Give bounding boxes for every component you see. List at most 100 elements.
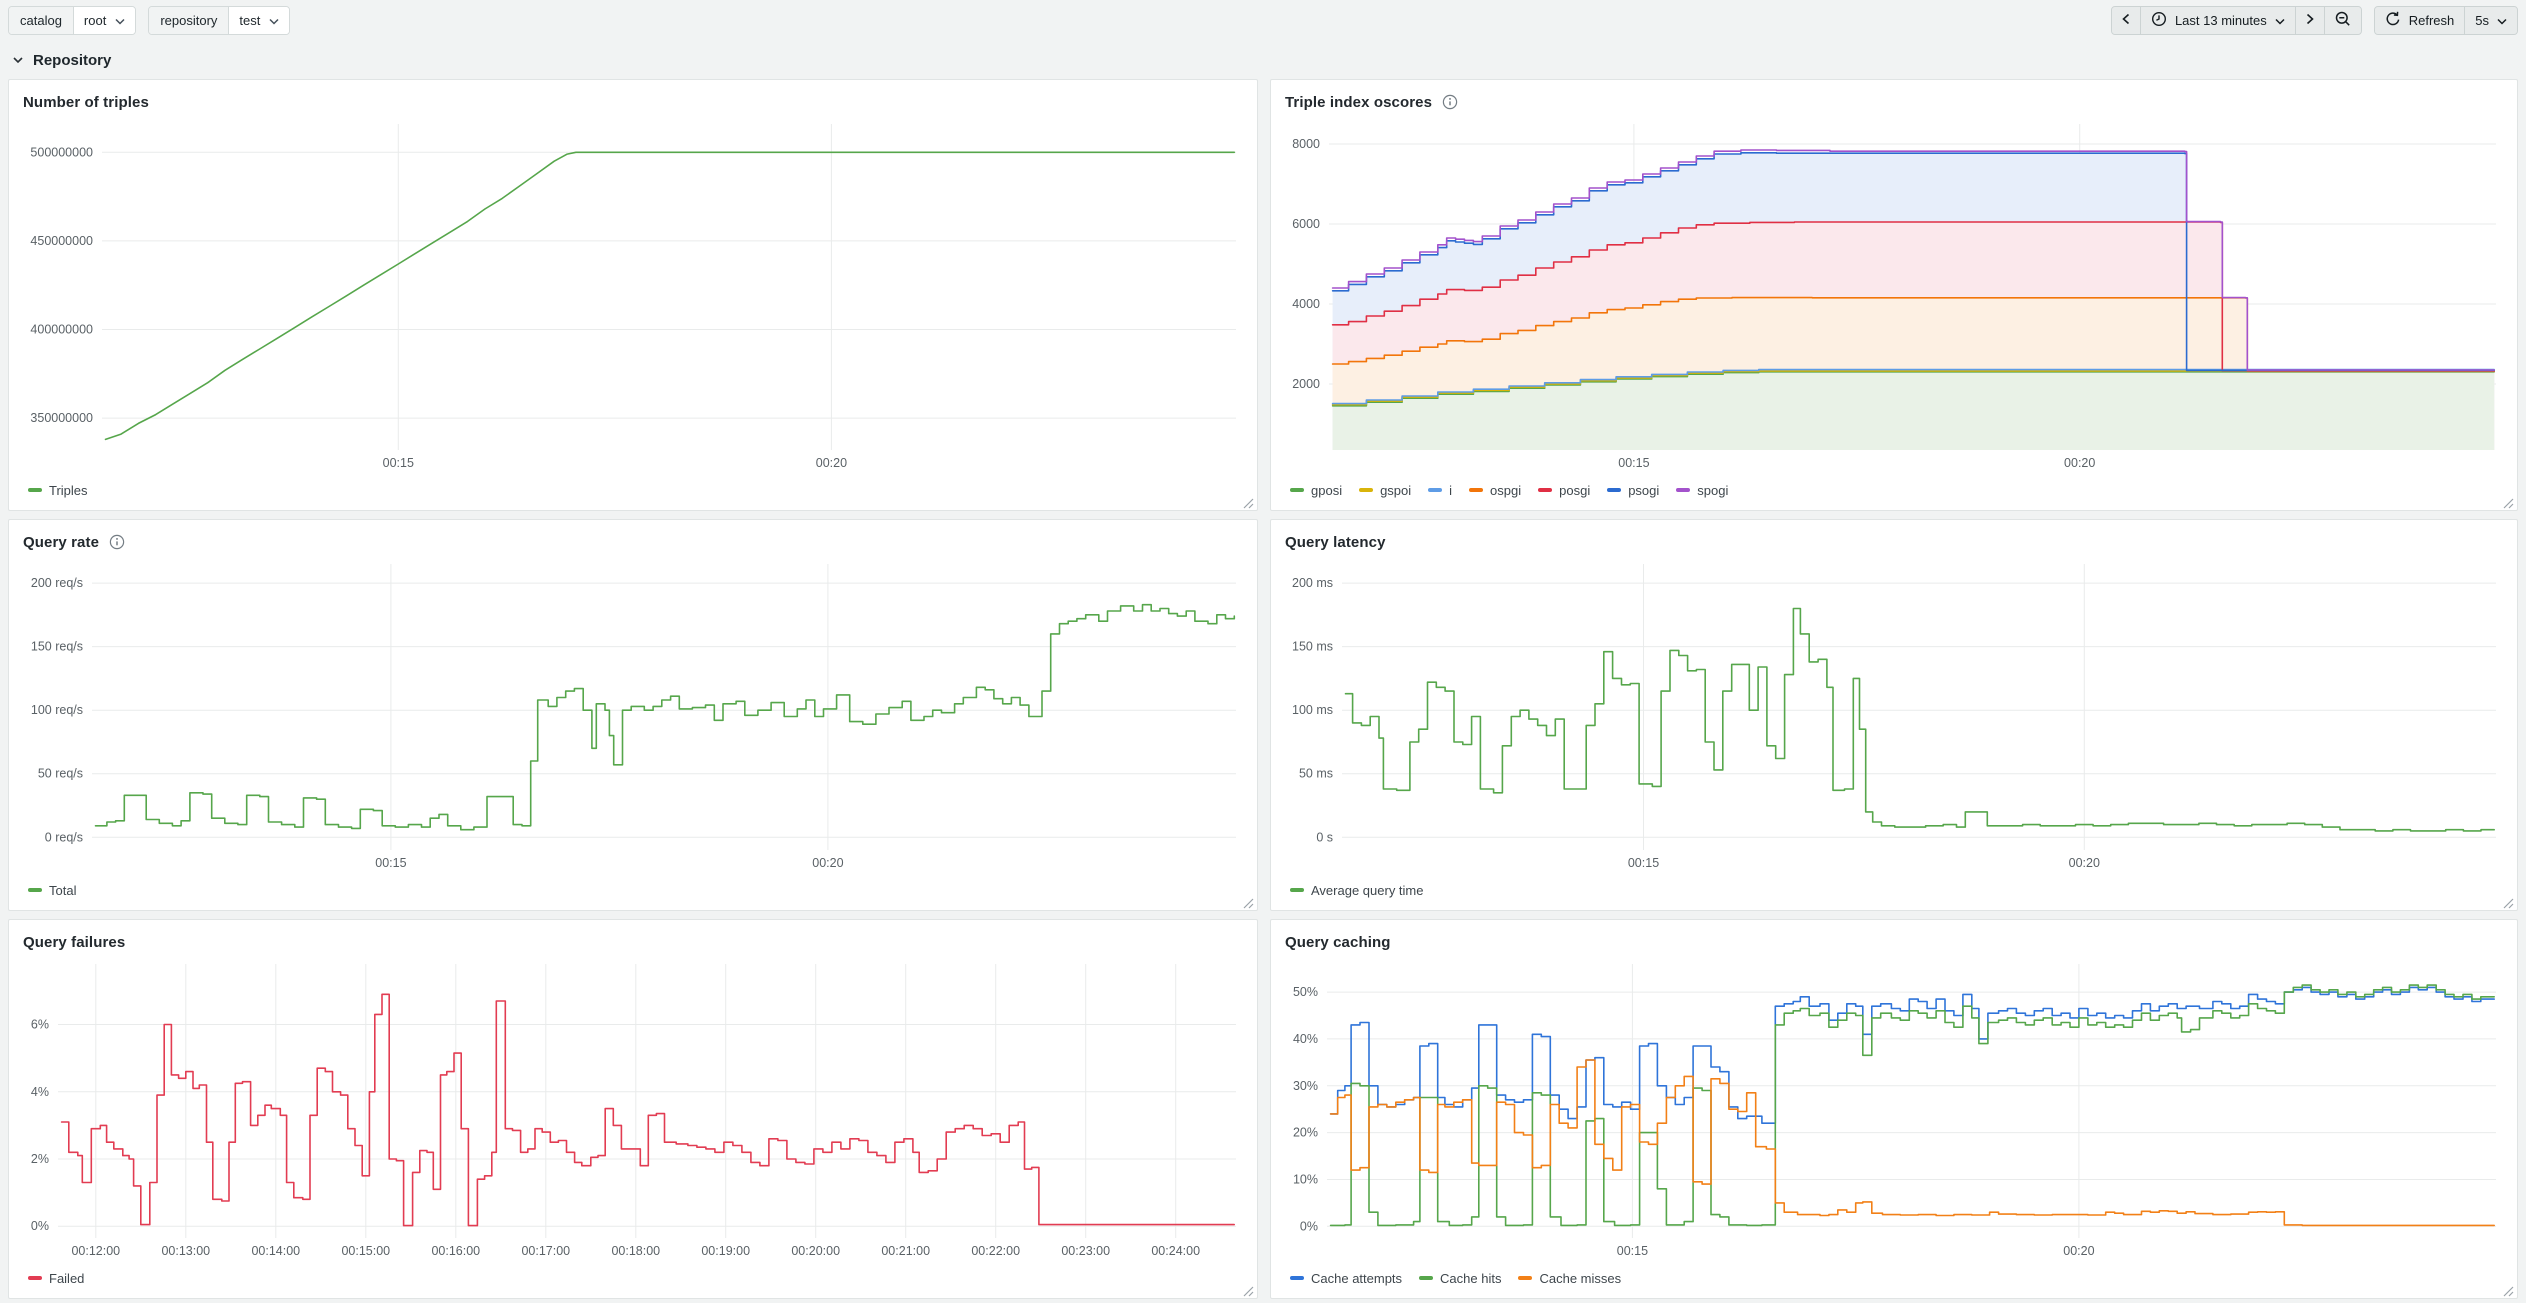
legend-label: Failed (49, 1271, 84, 1286)
legend-item[interactable]: i (1428, 483, 1452, 498)
legend-swatch (1290, 1276, 1304, 1280)
svg-text:00:17:00: 00:17:00 (521, 1244, 570, 1258)
svg-text:00:22:00: 00:22:00 (971, 1244, 1020, 1258)
legend-item[interactable]: psogi (1607, 483, 1659, 498)
chevron-down-icon (2497, 13, 2507, 28)
series-lines (1331, 985, 2495, 1225)
legend-item[interactable]: posgi (1538, 483, 1590, 498)
catalog-variable: catalog root (8, 6, 136, 35)
legend-label: posgi (1559, 483, 1590, 498)
legend-label: Triples (49, 483, 88, 498)
panel-title: Triple index oscores (1285, 94, 1432, 111)
panel-query-failures: Query failures 0%2%4%6%00:12:0000:13:000… (8, 919, 1258, 1299)
time-back-button[interactable] (2112, 7, 2140, 34)
svg-text:00:18:00: 00:18:00 (611, 1244, 660, 1258)
number-of-triples-chart[interactable]: 35000000040000000045000000050000000000:1… (23, 114, 1243, 474)
catalog-value: root (84, 13, 106, 28)
repository-section-header[interactable]: Repository (12, 47, 2526, 73)
svg-text:00:19:00: 00:19:00 (701, 1244, 750, 1258)
chart-legend: gposi gspoi i ospgi posgi psogi spogi (1285, 474, 2503, 506)
svg-text:150 req/s: 150 req/s (31, 640, 83, 654)
chart-canvas[interactable]: 0%2%4%6%00:12:0000:13:0000:14:0000:15:00… (23, 954, 1243, 1262)
gridlines (102, 124, 1236, 450)
svg-text:8000: 8000 (1292, 137, 1320, 151)
chart-canvas[interactable]: 0 s50 ms100 ms150 ms200 ms00:1500:20 (1285, 554, 2503, 874)
svg-text:6%: 6% (31, 1018, 49, 1032)
panel-resize-handle[interactable] (2503, 496, 2515, 508)
series-lines (96, 605, 1235, 830)
svg-text:00:15: 00:15 (375, 856, 406, 870)
refresh-interval-value: 5s (2475, 13, 2489, 28)
axis-labels: 0 req/s50 req/s100 req/s150 req/s200 req… (31, 576, 844, 870)
panel-resize-handle[interactable] (1243, 896, 1255, 908)
chart-canvas[interactable]: 35000000040000000045000000050000000000:1… (23, 114, 1243, 474)
query-rate-chart[interactable]: 0 req/s50 req/s100 req/s150 req/s200 req… (23, 554, 1243, 874)
repository-label: repository (149, 7, 229, 34)
repository-select[interactable]: test (229, 7, 289, 34)
panel-triple-index-oscores: Triple index oscores 200040006000800000:… (1270, 79, 2518, 511)
legend-item[interactable]: Triples (28, 483, 88, 498)
svg-text:00:13:00: 00:13:00 (161, 1244, 210, 1258)
svg-text:00:21:00: 00:21:00 (881, 1244, 930, 1258)
svg-text:350000000: 350000000 (30, 411, 93, 425)
svg-text:00:20: 00:20 (2069, 856, 2100, 870)
svg-text:100 req/s: 100 req/s (31, 703, 83, 717)
section-title: Repository (33, 52, 111, 69)
chart-legend: Failed (23, 1262, 1243, 1294)
panel-resize-handle[interactable] (1243, 1284, 1255, 1296)
svg-text:30%: 30% (1293, 1079, 1318, 1093)
legend-item[interactable]: Cache hits (1419, 1271, 1501, 1286)
chart-legend: Triples (23, 474, 1243, 506)
query-failures-chart[interactable]: 0%2%4%6%00:12:0000:13:0000:14:0000:15:00… (23, 954, 1243, 1262)
svg-text:50 ms: 50 ms (1299, 767, 1333, 781)
svg-text:500000000: 500000000 (30, 145, 93, 159)
time-range-label: Last 13 minutes (2175, 13, 2267, 28)
legend-label: psogi (1628, 483, 1659, 498)
catalog-label: catalog (9, 7, 74, 34)
legend-item[interactable]: Failed (28, 1271, 84, 1286)
panel-resize-handle[interactable] (2503, 1284, 2515, 1296)
legend-item[interactable]: Cache misses (1518, 1271, 1621, 1286)
info-icon[interactable] (1442, 94, 1458, 110)
legend-item[interactable]: gspoi (1359, 483, 1411, 498)
refresh-interval-select[interactable]: 5s (2464, 7, 2517, 34)
query-latency-chart[interactable]: 0 s50 ms100 ms150 ms200 ms00:1500:20 (1285, 554, 2503, 874)
legend-item[interactable]: Total (28, 883, 76, 898)
chart-canvas[interactable]: 0 req/s50 req/s100 req/s150 req/s200 req… (23, 554, 1243, 874)
svg-text:0%: 0% (1300, 1219, 1318, 1233)
chart-canvas[interactable]: 200040006000800000:1500:20 (1285, 114, 2503, 474)
legend-label: spogi (1697, 483, 1728, 498)
zoom-out-button[interactable] (2324, 7, 2361, 34)
legend-item[interactable]: ospgi (1469, 483, 1521, 498)
query-caching-chart[interactable]: 0%10%20%30%40%50%00:1500:20 (1285, 954, 2503, 1262)
svg-text:200 ms: 200 ms (1292, 576, 1333, 590)
refresh-icon (2385, 11, 2401, 30)
legend-item[interactable]: Cache attempts (1290, 1271, 1402, 1286)
svg-text:00:15:00: 00:15:00 (341, 1244, 390, 1258)
time-forward-button[interactable] (2295, 7, 2324, 34)
chart-canvas[interactable]: 0%10%20%30%40%50%00:1500:20 (1285, 954, 2503, 1262)
legend-item[interactable]: gposi (1290, 483, 1342, 498)
catalog-select[interactable]: root (74, 7, 135, 34)
legend-item[interactable]: Average query time (1290, 883, 1424, 898)
svg-text:150 ms: 150 ms (1292, 640, 1333, 654)
svg-text:00:20:00: 00:20:00 (791, 1244, 840, 1258)
top-toolbar: catalog root repository test Last 13 min… (0, 0, 2526, 39)
svg-text:00:15: 00:15 (383, 456, 414, 470)
chart-legend: Cache attempts Cache hits Cache misses (1285, 1262, 2503, 1294)
panel-title: Query failures (23, 934, 125, 951)
refresh-button[interactable]: Refresh (2375, 7, 2465, 34)
chevron-down-icon (269, 13, 279, 28)
time-range-picker[interactable]: Last 13 minutes (2140, 7, 2295, 34)
svg-text:6000: 6000 (1292, 217, 1320, 231)
info-icon[interactable] (109, 534, 125, 550)
panel-resize-handle[interactable] (1243, 496, 1255, 508)
svg-text:50 req/s: 50 req/s (38, 767, 83, 781)
chart-legend: Average query time (1285, 874, 2503, 906)
panel-resize-handle[interactable] (2503, 896, 2515, 908)
chevron-left-icon (2122, 13, 2130, 28)
triple-index-oscores-chart[interactable]: 200040006000800000:1500:20 (1285, 114, 2503, 474)
legend-swatch (1428, 488, 1442, 492)
legend-item[interactable]: spogi (1676, 483, 1728, 498)
legend-swatch (1607, 488, 1621, 492)
